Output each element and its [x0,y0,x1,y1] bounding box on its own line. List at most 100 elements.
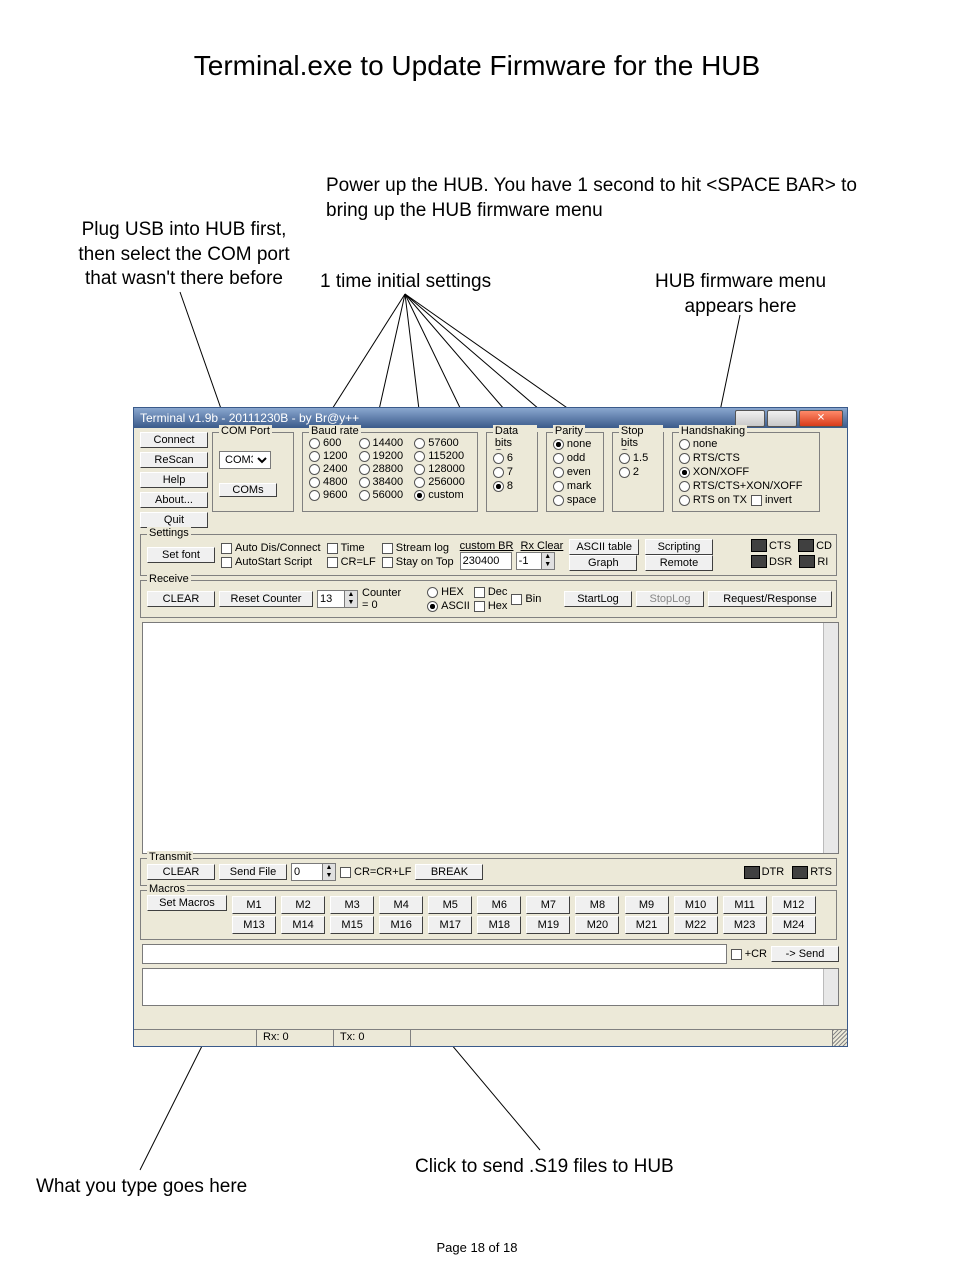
macro-m15[interactable]: M15 [330,916,374,934]
baud-1200[interactable]: 1200 [309,450,347,463]
baud-128000[interactable]: 128000 [414,463,465,476]
macro-m24[interactable]: M24 [772,916,816,934]
macro-m4[interactable]: M4 [379,896,423,914]
macro-m16[interactable]: M16 [379,916,423,934]
macro-m1[interactable]: M1 [232,896,276,914]
parity-none[interactable]: none [553,437,599,451]
rescan-button[interactable]: ReScan [140,452,208,468]
baud-38400[interactable]: 38400 [359,476,404,489]
macro-m9[interactable]: M9 [625,896,669,914]
rx-bin[interactable]: Bin [511,592,541,606]
coms-button[interactable]: COMs [219,483,277,497]
baud-19200[interactable]: 19200 [359,450,404,463]
macro-m22[interactable]: M22 [674,916,718,934]
macro-m18[interactable]: M18 [477,916,521,934]
rx-hex[interactable]: HEX [427,585,470,599]
macro-m5[interactable]: M5 [428,896,472,914]
hs-rtscts-xon[interactable]: RTS/CTS+XON/XOFF [679,479,815,493]
macro-m6[interactable]: M6 [477,896,521,914]
ind-rts[interactable]: RTS [792,866,832,879]
receive-scrollbar[interactable] [823,623,838,853]
set-font-button[interactable]: Set font [147,547,215,563]
baud-14400[interactable]: 14400 [359,437,404,450]
resize-grip[interactable] [833,1030,847,1046]
macro-m20[interactable]: M20 [575,916,619,934]
receive-area[interactable] [142,622,839,854]
baud-custom[interactable]: custom [414,489,465,502]
startlog-button[interactable]: StartLog [564,591,632,607]
rx-clear-button[interactable]: CLEAR [147,591,215,607]
parity-odd[interactable]: odd [553,451,599,465]
baud-2400[interactable]: 2400 [309,463,347,476]
hs-invert[interactable]: invert [751,493,792,507]
close-button[interactable] [799,410,843,427]
about-button[interactable]: About... [140,492,208,508]
macro-m7[interactable]: M7 [526,896,570,914]
databits-8[interactable]: 8 [493,479,533,493]
custom-br-spinner[interactable]: ▲▼ [516,552,555,570]
connect-button[interactable]: Connect [140,432,208,448]
chk-plus-cr[interactable]: +CR [731,947,767,961]
macro-m11[interactable]: M11 [723,896,767,914]
stopbits-2[interactable]: 2 [619,465,659,479]
databits-7[interactable]: 7 [493,465,533,479]
send-file-button[interactable]: Send File [219,864,287,880]
chk-autodis[interactable]: Auto Dis/Connect [221,541,321,555]
stoplog-button[interactable]: StopLog [636,591,704,607]
tx-num-spin[interactable]: ▲▼ [291,863,336,881]
parity-mark[interactable]: mark [553,479,599,493]
macro-m10[interactable]: M10 [674,896,718,914]
macro-m2[interactable]: M2 [281,896,325,914]
baud-9600[interactable]: 9600 [309,489,347,502]
baud-115200[interactable]: 115200 [414,450,465,463]
chk-autostart[interactable]: AutoStart Script [221,555,321,569]
send-input[interactable] [142,944,727,964]
counter-spin[interactable]: ▲▼ [317,590,358,608]
scripting-button[interactable]: Scripting [645,539,713,555]
macro-m17[interactable]: M17 [428,916,472,934]
help-button[interactable]: Help [140,472,208,488]
custom-br-input[interactable] [460,552,512,570]
chk-streamlog[interactable]: Stream log [382,541,454,555]
parity-space[interactable]: space [553,493,599,507]
macro-m12[interactable]: M12 [772,896,816,914]
hs-rts-on-tx[interactable]: RTS on TX [679,493,747,507]
baud-56000[interactable]: 56000 [359,489,404,502]
comport-select[interactable]: COM3 [219,451,271,469]
transmit-area[interactable] [142,968,839,1006]
chk-stayontop[interactable]: Stay on Top [382,555,454,569]
remote-button[interactable]: Remote [645,555,713,571]
maximize-button[interactable] [767,410,797,427]
rx-hex2[interactable]: Hex [474,599,508,613]
macro-m13[interactable]: M13 [232,916,276,934]
hs-rtscts[interactable]: RTS/CTS [679,451,815,465]
rx-dec[interactable]: Dec [474,585,508,599]
req-res-button[interactable]: Request/Response [708,591,832,607]
transmit-scrollbar[interactable] [823,969,838,1005]
chk-time[interactable]: Time [327,541,376,555]
break-button[interactable]: BREAK [415,864,483,880]
macro-m8[interactable]: M8 [575,896,619,914]
baud-4800[interactable]: 4800 [309,476,347,489]
hs-xonxoff[interactable]: XON/XOFF [679,465,815,479]
hs-none[interactable]: none [679,437,815,451]
tx-crcrlf[interactable]: CR=CR+LF [340,865,411,879]
send-button[interactable]: -> Send [771,946,839,962]
set-macros-button[interactable]: Set Macros [147,895,227,911]
macro-m14[interactable]: M14 [281,916,325,934]
macro-m19[interactable]: M19 [526,916,570,934]
ascii-table-button[interactable]: ASCII table [569,539,639,555]
baud-57600[interactable]: 57600 [414,437,465,450]
baud-600[interactable]: 600 [309,437,347,450]
minimize-button[interactable] [735,410,765,427]
macro-m23[interactable]: M23 [723,916,767,934]
baud-28800[interactable]: 28800 [359,463,404,476]
graph-button[interactable]: Graph [569,555,637,571]
rx-ascii[interactable]: ASCII [427,599,470,613]
reset-counter-button[interactable]: Reset Counter [219,591,313,607]
ind-dtr[interactable]: DTR [744,866,785,879]
databits-6[interactable]: 6 [493,451,533,465]
baud-256000[interactable]: 256000 [414,476,465,489]
macro-m3[interactable]: M3 [330,896,374,914]
chk-crlf[interactable]: CR=LF [327,555,376,569]
